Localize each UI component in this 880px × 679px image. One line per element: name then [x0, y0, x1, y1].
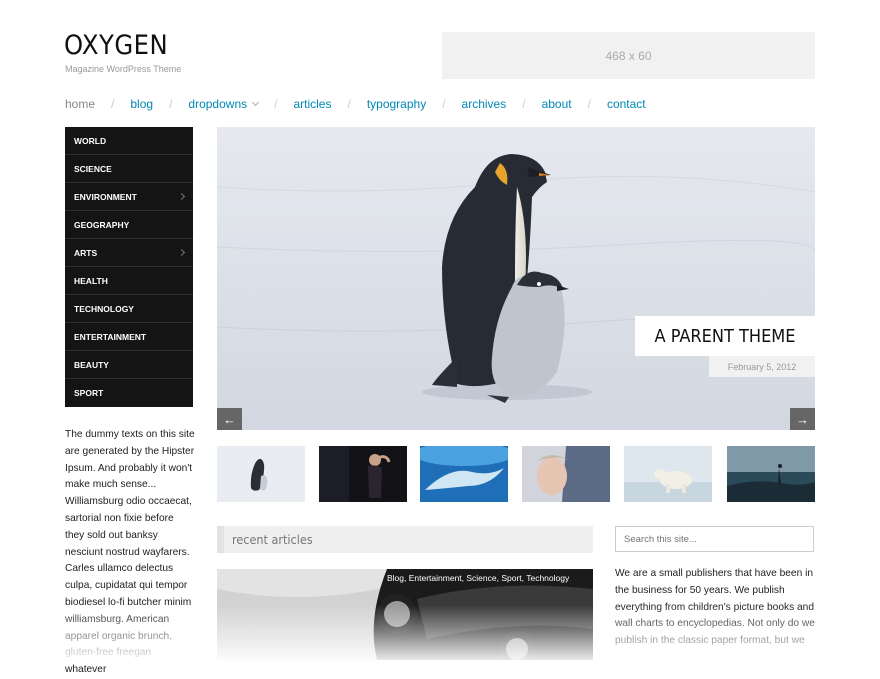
category-item-sport[interactable]: SPORT: [65, 379, 193, 407]
article-image[interactable]: Blog, Entertainment, Science, Sport, Tec…: [217, 569, 593, 660]
nav-typography[interactable]: typography: [367, 97, 426, 111]
thumbnail-woman-portrait[interactable]: [522, 446, 610, 502]
thumbnail-polar-bear[interactable]: [624, 446, 712, 502]
featured-slider[interactable]: A PARENT THEME February 5, 2012 ← →: [217, 127, 815, 430]
sidebar-text: The dummy texts on this site are generat…: [65, 429, 195, 676]
thumbnail-underwater[interactable]: [420, 446, 508, 502]
nav-separator: /: [111, 97, 115, 111]
nav-blog[interactable]: blog: [130, 97, 153, 111]
category-item-technology[interactable]: TECHNOLOGY: [65, 295, 193, 323]
nav-separator: /: [274, 97, 278, 111]
recent-articles-heading: recent articles: [217, 526, 593, 553]
nav-separator: /: [169, 97, 173, 111]
nav-separator: /: [522, 97, 526, 111]
article-tags[interactable]: Blog, Entertainment, Science, Sport, Tec…: [387, 573, 569, 583]
category-menu: WORLD SCIENCE ENVIRONMENT GEOGRAPHY ARTS…: [65, 127, 193, 407]
thumbnail-woman-dark[interactable]: [319, 446, 407, 502]
category-label: ENVIRONMENT: [74, 191, 137, 202]
slide-image-penguins: [217, 127, 815, 430]
slide-date: February 5, 2012: [709, 356, 815, 377]
category-item-environment[interactable]: ENVIRONMENT: [65, 183, 193, 211]
search-input[interactable]: [615, 526, 814, 552]
nav-contact[interactable]: contact: [607, 97, 646, 111]
nav-archives[interactable]: archives: [462, 97, 507, 111]
site-tagline: Magazine WordPress Theme: [65, 64, 182, 74]
category-item-beauty[interactable]: BEAUTY: [65, 351, 193, 379]
nav-about[interactable]: about: [542, 97, 572, 111]
category-item-entertainment[interactable]: ENTERTAINMENT: [65, 323, 193, 351]
thumbnail-sea-cliff[interactable]: [727, 446, 815, 502]
arrow-left-icon[interactable]: ←: [217, 408, 242, 430]
ad-banner-placeholder: 468 x 60: [442, 32, 815, 79]
nav-home[interactable]: home: [65, 97, 95, 111]
slide-caption-title[interactable]: A PARENT THEME: [635, 316, 815, 356]
nav-dropdowns-label: dropdowns: [188, 97, 248, 111]
nav-articles[interactable]: articles: [293, 97, 331, 111]
category-item-geography[interactable]: GEOGRAPHY: [65, 211, 193, 239]
category-item-science[interactable]: SCIENCE: [65, 155, 193, 183]
slider-thumbnails: [217, 446, 815, 502]
main-nav: home / blog / dropdowns / articles / typ…: [65, 95, 646, 113]
chevron-right-icon: [177, 248, 186, 257]
site-title[interactable]: OXYGEN: [64, 30, 168, 62]
nav-separator: /: [347, 97, 351, 111]
thumbnail-penguins[interactable]: [217, 446, 305, 502]
arrow-right-icon[interactable]: →: [790, 408, 815, 430]
chevron-right-icon: [177, 192, 186, 201]
category-label: ARTS: [74, 247, 98, 258]
category-item-arts[interactable]: ARTS: [65, 239, 193, 267]
nav-separator: /: [587, 97, 591, 111]
about-text: We are a small publishers that have been…: [615, 568, 815, 647]
nav-separator: /: [442, 97, 446, 111]
nav-dropdowns[interactable]: dropdowns: [188, 97, 260, 111]
category-item-health[interactable]: HEALTH: [65, 267, 193, 295]
category-item-world[interactable]: WORLD: [65, 127, 193, 155]
chevron-down-icon: [252, 98, 260, 107]
